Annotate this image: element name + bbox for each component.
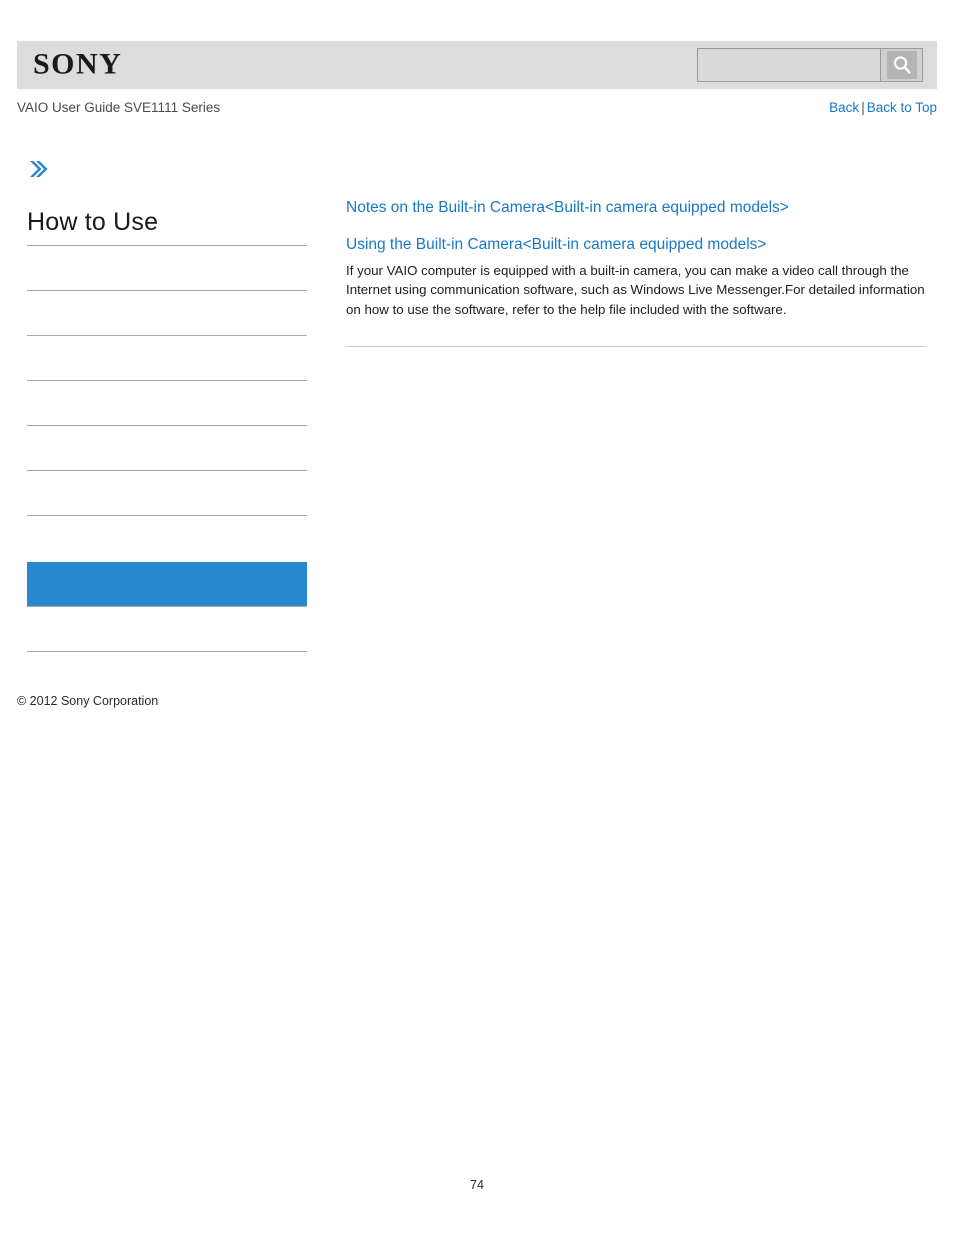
header-nav: Back | Back to Top	[829, 100, 937, 115]
sidebar-item-4[interactable]	[27, 381, 307, 426]
sony-logo: SONY	[33, 47, 123, 81]
page-title: How to Use	[27, 208, 159, 236]
sidebar-item-7[interactable]	[27, 516, 307, 562]
content-divider	[346, 346, 926, 348]
sidebar-item-2[interactable]	[27, 291, 307, 336]
sidebar-nav	[27, 245, 307, 652]
body-paragraph: If your VAIO computer is equipped with a…	[346, 262, 925, 317]
main-content: Notes on the Built-in Camera<Built-in ca…	[346, 198, 926, 355]
sidebar-item-3[interactable]	[27, 336, 307, 381]
nav-separator: |	[861, 100, 865, 115]
back-link[interactable]: Back	[829, 100, 859, 115]
copyright-notice: © 2012 Sony Corporation	[17, 694, 159, 708]
topic-link-using-built-in-camera[interactable]: Using the Built-in Camera<Built-in camer…	[346, 235, 926, 256]
chevron-right-icon[interactable]	[27, 158, 51, 180]
guide-title: VAIO User Guide SVE1111 Series	[17, 100, 221, 115]
sidebar-item-6[interactable]	[27, 471, 307, 516]
search-box[interactable]	[697, 48, 923, 82]
back-to-top-link[interactable]: Back to Top	[867, 100, 937, 115]
topic-link-notes-built-in-camera[interactable]: Notes on the Built-in Camera<Built-in ca…	[346, 198, 926, 219]
subheader: VAIO User Guide SVE1111 Series Back | Back…	[17, 100, 937, 122]
sidebar-item-active[interactable]	[27, 562, 307, 607]
search-button[interactable]	[880, 49, 922, 81]
site-header: SONY	[17, 41, 937, 89]
sidebar-item-1[interactable]	[27, 246, 307, 291]
search-input[interactable]	[698, 49, 880, 81]
page-number: 74	[470, 1178, 484, 1192]
search-icon	[886, 51, 917, 79]
sidebar-item-9[interactable]	[27, 607, 307, 652]
sidebar: How to Use	[27, 158, 307, 652]
sidebar-item-5[interactable]	[27, 426, 307, 471]
